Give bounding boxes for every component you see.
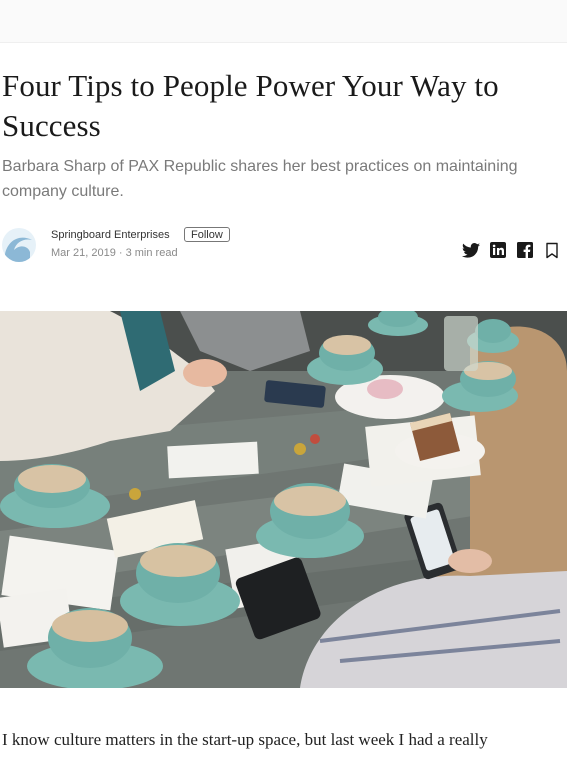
article-subtitle: Barbara Sharp of PAX Republic shares her… [2, 158, 518, 200]
author-avatar[interactable] [2, 228, 36, 262]
article-title: Four Tips to People Power Your Way to Su… [2, 68, 499, 143]
post-meta: Mar 21, 2019 · 3 min read [51, 247, 178, 259]
bookmark-icon[interactable] [543, 241, 561, 259]
share-bar [462, 241, 561, 259]
facebook-icon[interactable] [516, 241, 534, 259]
article-body-first-paragraph: I know culture matters in the start-up s… [2, 730, 488, 749]
twitter-icon[interactable] [462, 241, 480, 259]
top-navigation-bar [0, 0, 567, 43]
byline: Springboard Enterprises Follow Mar 21, 2… [2, 226, 567, 266]
follow-button[interactable]: Follow [184, 227, 230, 242]
linkedin-icon[interactable] [489, 241, 507, 259]
hero-image [0, 311, 567, 688]
author-name[interactable]: Springboard Enterprises [51, 229, 170, 241]
coffee-table-photo [0, 311, 567, 688]
